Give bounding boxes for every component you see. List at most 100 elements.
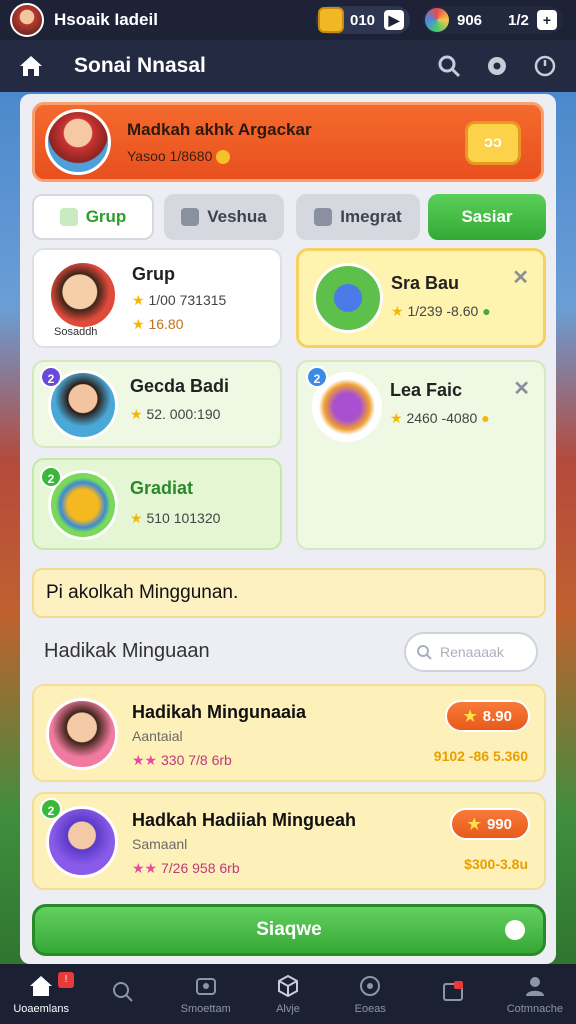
reward-subtitle: Samaanl: [132, 836, 188, 852]
player-name: Hsoaik Iadeil: [54, 10, 158, 29]
inbox-icon: [440, 979, 466, 1005]
star-icon: ★★: [132, 752, 158, 768]
sra-bau-avatar: [313, 263, 383, 333]
rank-badge: 2: [40, 466, 62, 488]
reward-stats: 7/26 958 6rb: [161, 860, 240, 876]
nav-label: Smoettam: [180, 1003, 231, 1015]
tab-sasiar[interactable]: Sasiar: [428, 194, 546, 240]
chat-bubble-icon[interactable]: ↄↄ: [465, 121, 521, 165]
star-icon: ★: [390, 410, 403, 426]
reward-row[interactable]: 2 Hadkah Hadiiah Mingueah Samaanl ★★ 7/2…: [32, 792, 546, 890]
tab-label: Imegrat: [340, 207, 402, 226]
top-status-bar: Hsoaik Iadeil 010 ▶ 906 1/2 +: [0, 0, 576, 40]
grup-title: Grup: [132, 264, 175, 284]
star-icon: ★★: [132, 860, 158, 876]
nav-alvje[interactable]: Alvje: [247, 964, 329, 1024]
star-icon: ★: [130, 406, 143, 422]
add-gems-icon[interactable]: +: [537, 10, 557, 30]
gear-icon[interactable]: [484, 53, 510, 79]
tab-label: Grup: [85, 207, 127, 226]
event-banner[interactable]: Madkah akhk Argackar Yasoo 1/8680 ↄↄ: [32, 102, 544, 182]
profile-icon: [522, 973, 548, 999]
reward-row[interactable]: Hadikah Mingunaaia Aantaial ★★ 330 7/8 6…: [32, 684, 546, 782]
nav-label: Uoaemlans: [13, 1003, 69, 1015]
home-icon[interactable]: [18, 53, 44, 79]
reward-button-label: 8.90: [482, 707, 512, 725]
rank-badge: 2: [306, 366, 328, 388]
star-icon: ★: [130, 510, 143, 526]
reward-stats: 330 7/8 6rb: [161, 752, 232, 768]
grup-line2: 16.80: [148, 316, 184, 332]
gecda-line1: 52. 000:190: [146, 406, 221, 422]
sra-bau-title: Sra Bau: [391, 273, 460, 293]
gem-icon: ●: [482, 303, 491, 319]
star-icon: ★: [132, 316, 145, 332]
gem-icon: [425, 8, 449, 32]
notification-badge: !: [58, 972, 74, 988]
tab-grup[interactable]: Grup: [32, 194, 154, 240]
grup-line1: 1/00 731315: [148, 292, 227, 308]
sra-bau-card[interactable]: Sra Bau ★ 1/239 -8.60 ● ✕: [296, 248, 546, 348]
camera-icon: [193, 973, 219, 999]
tab-label: Veshua: [207, 207, 267, 226]
coin-icon: [318, 7, 344, 33]
toggle-dot-icon: [505, 920, 525, 940]
add-coins-icon[interactable]: ▶: [384, 10, 404, 30]
bottom-nav: Uoaemlans ! Smoettam Alvje Eoeas Cotmnac…: [0, 964, 576, 1024]
reward-name: Hadkah Hadiiah Mingueah: [132, 810, 357, 830]
reward-subtitle: Aantaial: [132, 728, 183, 744]
gradiat-line1: 510 101320: [146, 510, 221, 526]
nav-home[interactable]: Uoaemlans !: [0, 964, 82, 1024]
grup-avatar: [48, 260, 118, 330]
lea-title: Lea Faic: [390, 380, 463, 400]
compass-icon: [357, 973, 383, 999]
coin-value: 010: [350, 11, 376, 29]
tab-label: Sasiar: [461, 207, 513, 226]
reward-claim-button[interactable]: ★ 8.90: [445, 700, 530, 732]
rank-badge: 2: [40, 798, 62, 820]
player-avatar[interactable]: [10, 3, 44, 37]
banner-subtitle: Yasoo 1/8680: [127, 147, 213, 164]
sra-bau-line1: 1/239 -8.60: [407, 303, 479, 319]
banner-avatar: [45, 109, 111, 175]
main-button-label: Siaqwe: [256, 919, 322, 940]
search-icon: [417, 645, 432, 660]
lock-icon: [314, 208, 333, 226]
reward-name: Hadikah Mingunaaia: [132, 702, 307, 722]
nav-label: Eoeas: [354, 1003, 386, 1015]
grup-card[interactable]: Sosaddh Grup ★ 1/00 731315 ★ 16.80: [32, 248, 282, 348]
reward-avatar: [46, 698, 118, 770]
banner-title: Madkah akhk Argackar: [127, 119, 312, 139]
tab-imegrat[interactable]: Imegrat: [296, 194, 420, 240]
section-title: Hadikak Minguaan: [44, 640, 210, 662]
page-title: Sonai Nnasal: [74, 54, 206, 77]
main-panel: Madkah akhk Argackar Yasoo 1/8680 ↄↄ Gru…: [20, 94, 556, 964]
chat-badge-label: ↄↄ: [484, 134, 502, 151]
coin-icon: [216, 150, 231, 165]
gem-counter[interactable]: 906 1/2 +: [423, 6, 563, 34]
lea-faic-card[interactable]: 2 Lea Faic ★ 2460 -4080 ● ✕: [296, 360, 546, 550]
reward-claim-button[interactable]: ★ 990: [449, 808, 530, 840]
nav-label: Alvje: [276, 1003, 300, 1015]
coin-counter[interactable]: 010 ▶: [316, 6, 410, 34]
tab-veshua[interactable]: Veshua: [164, 194, 284, 240]
gem-value: 906: [457, 11, 483, 29]
gradiat-card[interactable]: 2 Gradiat ★ 510 101320: [32, 458, 282, 550]
search-icon[interactable]: [436, 53, 462, 79]
search-field[interactable]: Renaaaak: [404, 632, 538, 672]
clock-icon[interactable]: [532, 53, 558, 79]
reward-total: 9102 -86 5.360: [433, 748, 528, 764]
nav-search[interactable]: [82, 964, 164, 1024]
close-icon[interactable]: ✕: [512, 265, 529, 290]
reward-button-label: 990: [486, 815, 512, 833]
search-icon: [110, 979, 136, 1005]
nav-eoeas[interactable]: Eoeas: [329, 964, 411, 1024]
close-icon[interactable]: ✕: [513, 376, 530, 401]
gecda-title: Gecda Badi: [130, 376, 230, 396]
gecda-badi-card[interactable]: 2 Gecda Badi ★ 52. 000:190: [32, 360, 282, 448]
nav-inbox[interactable]: [411, 964, 493, 1024]
rank-badge: 2: [40, 366, 62, 388]
main-action-button[interactable]: Siaqwe: [32, 904, 546, 956]
nav-smoettam[interactable]: Smoettam: [165, 964, 247, 1024]
nav-profile[interactable]: Cotmnache: [494, 964, 576, 1024]
